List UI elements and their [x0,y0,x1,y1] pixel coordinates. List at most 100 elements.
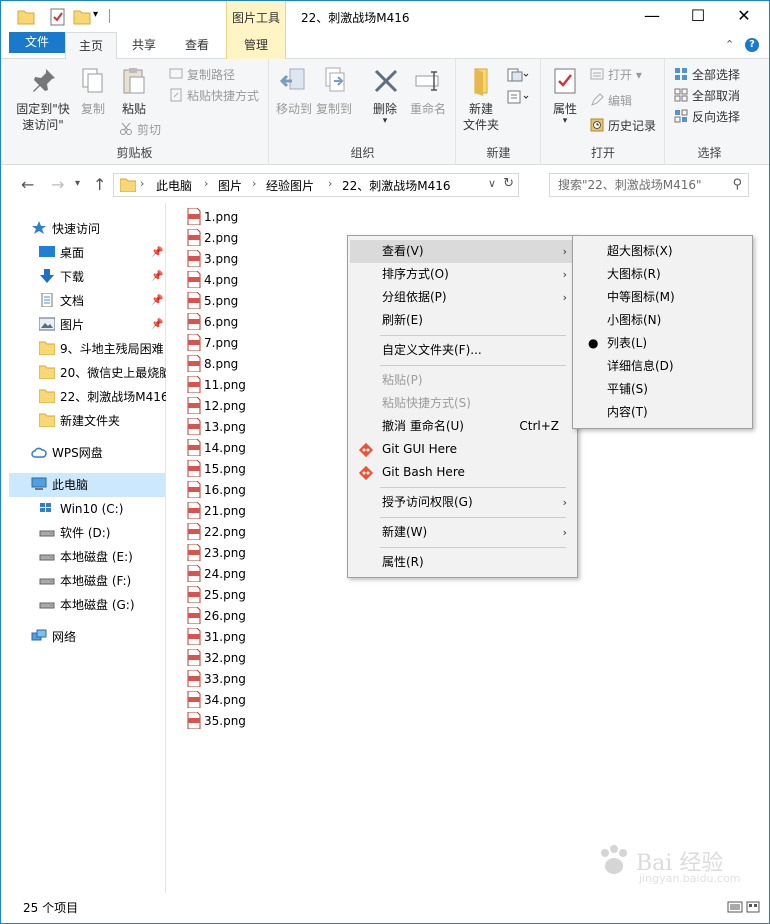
menu-item-grant-access[interactable]: 授予访问权限(G) › [350,491,575,514]
tab-view[interactable]: 查看 [171,32,223,59]
select-none-button[interactable]: 全部取消 [674,86,740,106]
sidebar-item-drive-e[interactable]: 本地磁盘 (E:) [39,545,166,569]
breadcrumb-experience-pictures[interactable]: 经验图片 [266,177,314,194]
file-item[interactable]: 23.png [187,543,246,564]
up-arrow-icon[interactable]: ↑ [93,175,106,194]
rename-button[interactable]: 重命名 [408,65,448,117]
sidebar-item-this-pc[interactable]: 此电脑 [9,473,165,497]
sidebar-item-pictures[interactable]: 图片 [39,313,149,337]
file-item[interactable]: 32.png [187,648,246,669]
copy-to-button[interactable]: 复制到 [316,65,352,117]
menu-item-sort[interactable]: 排序方式(O) › [350,263,575,286]
breadcrumb-current-folder[interactable]: 22、刺激战场M416 [342,177,451,194]
breadcrumb-chevron-icon[interactable]: › [140,177,144,190]
menu-item-customize[interactable]: 自定义文件夹(F)... [350,339,575,362]
file-item[interactable]: 12.png [187,396,246,417]
pin-icon[interactable]: 📌 [151,271,163,282]
breadcrumb-pictures[interactable]: 图片 [218,177,242,194]
file-item[interactable]: 5.png [187,291,238,312]
forward-arrow-icon[interactable]: → [51,175,64,194]
back-arrow-icon[interactable]: ← [21,175,34,194]
menu-item-refresh[interactable]: 刷新(E) [350,309,575,332]
sidebar-item-folder[interactable]: 新建文件夹 [39,409,166,433]
menu-item-git-bash[interactable]: Git Bash Here [350,461,575,484]
help-icon[interactable]: ? [745,38,759,52]
breadcrumb-chevron-icon[interactable]: › [328,177,332,190]
submenu-item-details[interactable]: 详细信息(D) [575,355,750,378]
sidebar-item-downloads[interactable]: 下载 [39,265,149,289]
details-view-icon[interactable] [727,901,761,913]
maximize-button[interactable]: ☐ [675,1,721,32]
select-all-button[interactable]: 全部选择 [674,65,740,85]
file-item[interactable]: 26.png [187,606,246,627]
new-folder-icon[interactable] [73,7,91,27]
file-item[interactable]: 2.png [187,228,238,249]
customize-toolbar-icon[interactable]: ▾ [93,9,98,20]
sidebar-item-folder[interactable]: 22、刺激战场M416 [39,385,166,409]
minimize-button[interactable]: — [629,1,675,32]
tab-manage[interactable]: 管理 [226,32,286,59]
file-item[interactable]: 4.png [187,270,238,291]
menu-item-properties[interactable]: 属性(R) [350,551,575,574]
menu-item-group[interactable]: 分组依据(P) › [350,286,575,309]
sidebar-item-wps-cloud[interactable]: WPS网盘 [31,441,161,465]
breadcrumb-chevron-icon[interactable]: › [252,177,256,190]
collapse-ribbon-icon[interactable]: ⌃ [725,38,734,51]
submenu-item-small-icons[interactable]: 小图标(N) [575,309,750,332]
submenu-item-content[interactable]: 内容(T) [575,401,750,424]
folder-icon[interactable] [17,7,35,27]
submenu-item-medium-icons[interactable]: 中等图标(M) [575,286,750,309]
move-to-button[interactable]: 移动到 [276,65,312,117]
search-box[interactable]: ⚲ [549,173,749,197]
refresh-icon[interactable]: ↻ [503,176,514,191]
search-icon[interactable]: ⚲ [732,177,742,192]
copy-path-button[interactable]: 复制路径 [169,65,235,85]
search-input[interactable] [550,174,720,196]
copy-button[interactable]: 复制 [77,65,109,117]
sidebar-item-drive-f[interactable]: 本地磁盘 (F:) [39,569,166,593]
menu-item-undo-rename[interactable]: 撤消 重命名(U) Ctrl+Z [350,415,575,438]
properties-button[interactable]: 属性 ▾ [548,65,582,126]
close-button[interactable]: ✕ [721,1,767,32]
submenu-item-large-icons[interactable]: 大图标(R) [575,263,750,286]
pin-icon[interactable]: 📌 [151,295,163,306]
history-button[interactable]: 历史记录 [590,116,656,136]
properties-dropdown-icon[interactable]: ▾ [548,117,582,126]
file-item[interactable]: 1.png [187,207,238,228]
sidebar-item-network[interactable]: 网络 [31,625,161,649]
file-item[interactable]: 35.png [187,711,246,732]
file-item[interactable]: 8.png [187,354,238,375]
tab-file[interactable]: 文件 [9,32,65,53]
invert-selection-button[interactable]: 反向选择 [674,107,740,127]
file-item[interactable]: 24.png [187,564,246,585]
breadcrumb-this-pc[interactable]: 此电脑 [156,177,192,194]
file-item[interactable]: 34.png [187,690,246,711]
delete-button[interactable]: 删除 ▾ [370,65,400,126]
cut-button[interactable]: 剪切 [119,120,161,140]
file-item[interactable]: 7.png [187,333,238,354]
address-dropdown-icon[interactable]: ∨ [488,177,496,190]
recent-locations-icon[interactable]: ▾ [75,178,80,189]
open-button[interactable]: 打开 ▾ [590,65,642,85]
file-item[interactable]: 25.png [187,585,246,606]
file-item[interactable]: 15.png [187,459,246,480]
menu-item-new[interactable]: 新建(W) › [350,521,575,544]
sidebar-item-quick-access[interactable]: 快速访问 [31,217,161,241]
sidebar-item-drive-d[interactable]: 软件 (D:) [39,521,166,545]
file-item[interactable]: 22.png [187,522,246,543]
tab-home[interactable]: 主页 [65,32,117,60]
address-bar[interactable]: › 此电脑 › 图片 › 经验图片 › 22、刺激战场M416 ∨ ↻ [113,173,519,197]
file-item[interactable]: 33.png [187,669,246,690]
file-item[interactable]: 13.png [187,417,246,438]
file-item[interactable]: 6.png [187,312,238,333]
menu-item-git-gui[interactable]: Git GUI Here [350,438,575,461]
file-item[interactable]: 11.png [187,375,246,396]
sidebar-item-desktop[interactable]: 桌面 [39,241,149,265]
easy-access-icon[interactable] [507,89,529,105]
file-item[interactable]: 14.png [187,438,246,459]
new-item-icon[interactable] [507,67,529,83]
file-item[interactable]: 3.png [187,249,238,270]
sidebar-item-drive-g[interactable]: 本地磁盘 (G:) [39,593,166,617]
sidebar-item-documents[interactable]: 文档 [39,289,149,313]
edit-button[interactable]: 编辑 [590,91,632,111]
